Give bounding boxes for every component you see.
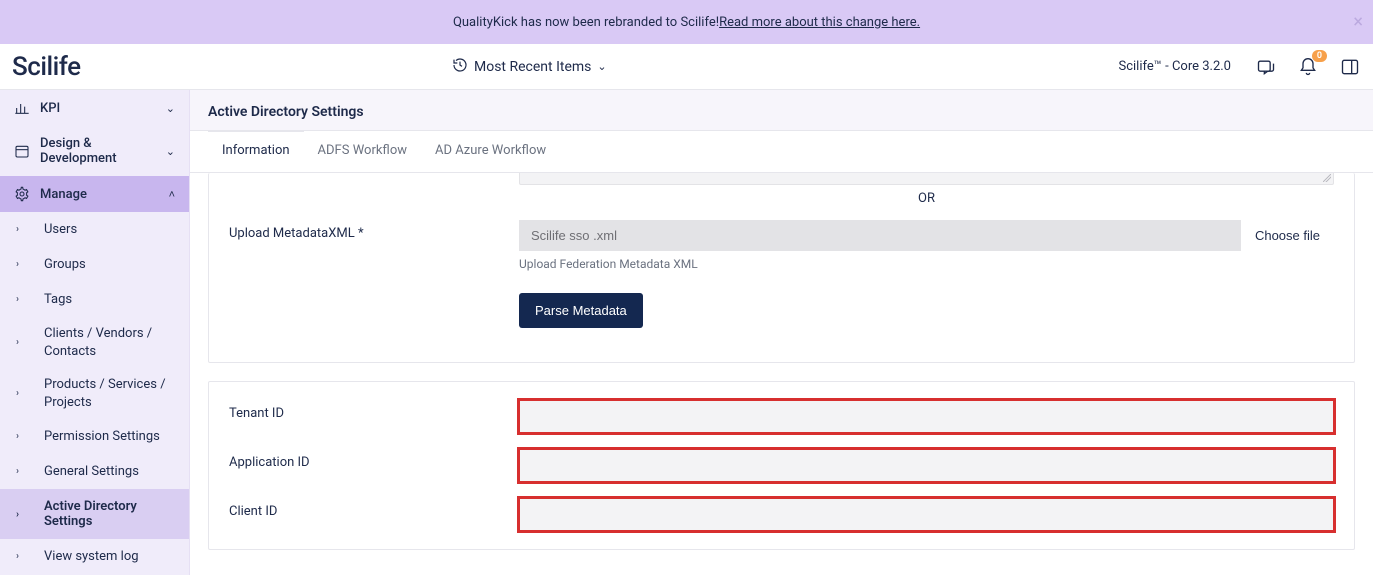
- app-logo[interactable]: Scilife: [12, 52, 182, 82]
- recent-items-label: Most Recent Items: [474, 59, 591, 75]
- calendar-icon: [14, 143, 30, 159]
- recent-items-dropdown[interactable]: Most Recent Items ⌄: [452, 57, 607, 77]
- sidebar-item-tags[interactable]: › Tags: [0, 282, 189, 317]
- sidebar-label: Clients / Vendors / Contacts: [44, 325, 175, 360]
- version-label: Scilife™ - Core 3.2.0: [1119, 59, 1232, 74]
- chevron-right-icon: ›: [16, 431, 19, 442]
- top-bar: Scilife Most Recent Items ⌄ Scilife™ - C…: [0, 44, 1373, 90]
- sidebar: KPI ⌄ Design & Development ⌄ Manage ˄ › U…: [0, 90, 190, 575]
- chevron-down-icon: ⌄: [166, 102, 175, 115]
- client-id-input[interactable]: [519, 498, 1334, 531]
- panel-icon[interactable]: [1339, 56, 1361, 78]
- sidebar-label: KPI: [40, 101, 60, 116]
- client-id-label: Client ID: [229, 498, 519, 519]
- tab-adfs-workflow[interactable]: ADFS Workflow: [304, 131, 421, 172]
- upload-row: Upload MetadataXML * Choose file Upload …: [229, 220, 1334, 271]
- upload-field: Choose file Upload Federation Metadata X…: [519, 220, 1334, 271]
- sidebar-item-design[interactable]: Design & Development ⌄: [0, 126, 189, 176]
- file-name-display: [519, 220, 1241, 251]
- sidebar-label: Active Directory Settings: [44, 499, 175, 529]
- bell-icon[interactable]: 0: [1297, 56, 1319, 78]
- sidebar-item-groups[interactable]: › Groups: [0, 247, 189, 282]
- banner-link[interactable]: Read more about this change here.: [719, 15, 920, 30]
- gear-icon: [14, 186, 30, 202]
- choose-file-button[interactable]: Choose file: [1241, 220, 1334, 251]
- parse-row: Parse Metadata: [229, 287, 1334, 328]
- chevron-up-icon: ˄: [169, 188, 175, 201]
- chevron-down-icon: ⌄: [166, 145, 175, 158]
- sidebar-label: View system log: [44, 549, 139, 564]
- sidebar-label: Tags: [44, 292, 72, 307]
- sidebar-item-products[interactable]: › Products / Services / Projects: [0, 368, 189, 419]
- metadata-panel: OR Upload MetadataXML * Choose file Uplo…: [208, 173, 1355, 363]
- sidebar-label: General Settings: [44, 464, 139, 479]
- sidebar-item-manage[interactable]: Manage ˄: [0, 176, 189, 212]
- content-area: Active Directory Settings Information AD…: [190, 90, 1373, 575]
- tabs: Information ADFS Workflow AD Azure Workf…: [190, 131, 1373, 173]
- upload-label: Upload MetadataXML *: [229, 220, 519, 241]
- sidebar-label: Groups: [44, 257, 86, 272]
- sidebar-label: Design & Development: [40, 136, 156, 166]
- upload-helper-text: Upload Federation Metadata XML: [519, 257, 1334, 271]
- panel-wrap: OR Upload MetadataXML * Choose file Uplo…: [190, 173, 1373, 575]
- application-id-input[interactable]: [519, 449, 1334, 482]
- client-row: Client ID: [229, 498, 1334, 531]
- sidebar-item-active-directory[interactable]: › Active Directory Settings: [0, 489, 189, 539]
- main-layout: KPI ⌄ Design & Development ⌄ Manage ˄ › U…: [0, 90, 1373, 575]
- notification-badge: 0: [1312, 50, 1327, 63]
- tab-information[interactable]: Information: [208, 131, 304, 172]
- close-icon[interactable]: ×: [1353, 12, 1363, 33]
- file-input: Choose file: [519, 220, 1334, 251]
- feedback-icon[interactable]: [1255, 56, 1277, 78]
- page-title: Active Directory Settings: [190, 90, 1373, 131]
- sidebar-label: Permission Settings: [44, 429, 160, 444]
- rebrand-banner: QualityKick has now been rebranded to Sc…: [0, 0, 1373, 44]
- chevron-right-icon: ›: [16, 466, 19, 477]
- ids-panel: Tenant ID Application ID Client ID: [208, 381, 1355, 550]
- top-icons: 0: [1255, 56, 1361, 78]
- sidebar-label: Users: [44, 222, 77, 237]
- sidebar-item-general[interactable]: › General Settings: [0, 454, 189, 489]
- tenant-id-input[interactable]: [519, 400, 1334, 433]
- chevron-right-icon: ›: [16, 294, 19, 305]
- or-separator: OR: [519, 191, 1334, 206]
- chevron-right-icon: ›: [16, 336, 19, 350]
- application-id-label: Application ID: [229, 449, 519, 470]
- sidebar-label: Products / Services / Projects: [44, 376, 175, 411]
- chevron-right-icon: ›: [16, 224, 19, 235]
- chevron-right-icon: ›: [16, 259, 19, 270]
- application-row: Application ID: [229, 449, 1334, 482]
- textarea-resize-handle[interactable]: [519, 173, 1334, 185]
- sidebar-label: Manage: [40, 187, 87, 202]
- chevron-right-icon: ›: [16, 509, 19, 520]
- chevron-right-icon: ›: [16, 387, 19, 401]
- tenant-row: Tenant ID: [229, 400, 1334, 433]
- chevron-right-icon: ›: [16, 551, 19, 562]
- tab-azure-workflow[interactable]: AD Azure Workflow: [421, 131, 560, 172]
- sidebar-item-syslog[interactable]: › View system log: [0, 539, 189, 574]
- history-icon: [452, 57, 468, 77]
- tenant-id-label: Tenant ID: [229, 400, 519, 421]
- parse-metadata-button[interactable]: Parse Metadata: [519, 293, 643, 328]
- chart-icon: [14, 100, 30, 116]
- sidebar-item-clients[interactable]: › Clients / Vendors / Contacts: [0, 317, 189, 368]
- banner-text: QualityKick has now been rebranded to Sc…: [453, 15, 719, 30]
- sidebar-item-kpi[interactable]: KPI ⌄: [0, 90, 189, 126]
- sidebar-item-users[interactable]: › Users: [0, 212, 189, 247]
- chevron-down-icon: ⌄: [597, 60, 606, 73]
- sidebar-item-permission[interactable]: › Permission Settings: [0, 419, 189, 454]
